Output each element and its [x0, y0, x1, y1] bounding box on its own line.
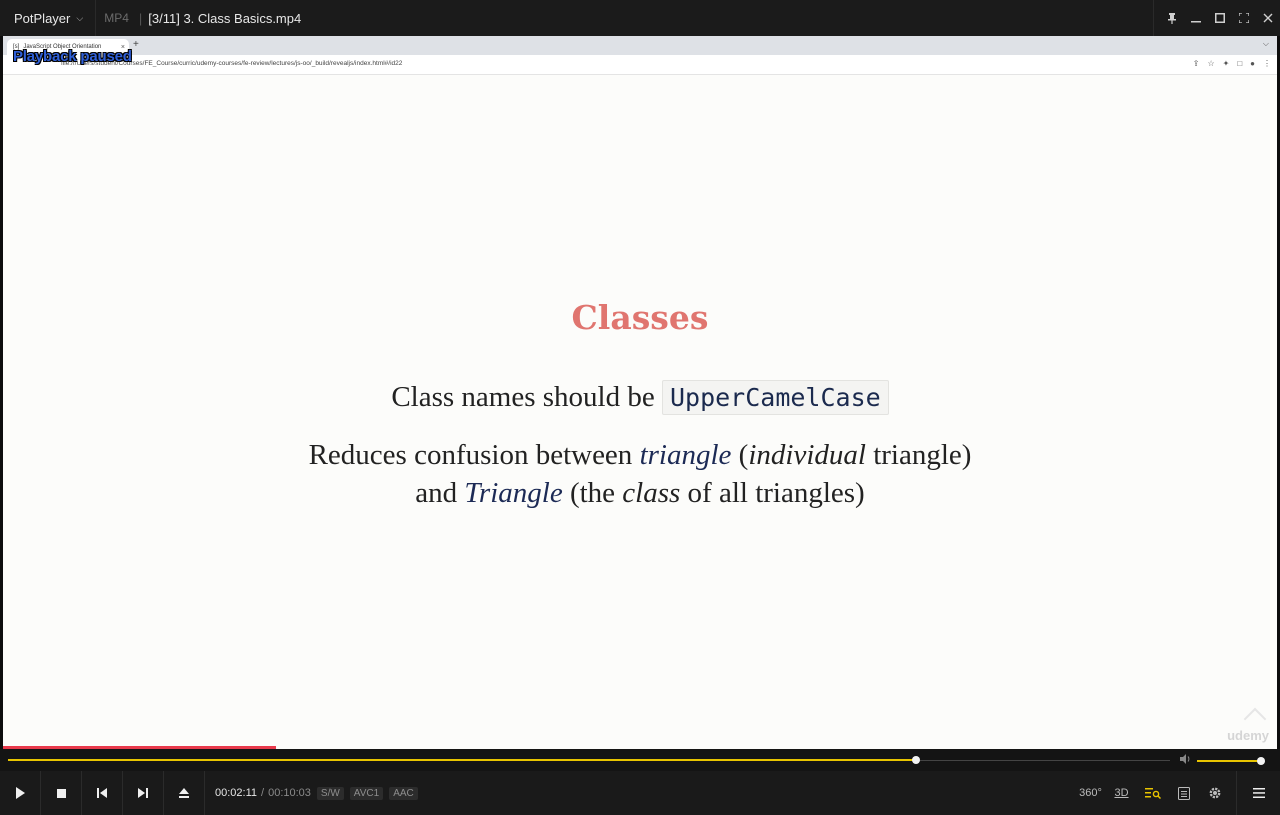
playlist-search-button[interactable] [1137, 771, 1168, 815]
next-button[interactable] [123, 771, 164, 815]
playlist-icon [1177, 786, 1190, 800]
playback-status-osd: Playback paused [13, 48, 132, 65]
emphasis-word: individual [748, 439, 866, 471]
seek-handle[interactable] [911, 756, 920, 764]
share-icon: ⇪ [1192, 59, 1200, 68]
potplayer-window: PotPlayer ⌵ MP4 | [3/11] 3. Class Basics… [0, 0, 1280, 815]
code-snippet: UpperCamelCase [661, 380, 889, 415]
browser-toolbar-icons: ⇪ ☆ ✦ □ ● ⋮ [1193, 59, 1271, 68]
text-span: Reduces confusion between [308, 439, 640, 471]
playlist-button[interactable] [1168, 771, 1199, 815]
skip-back-icon [97, 788, 107, 798]
gear-icon [1209, 787, 1220, 799]
slide-line-3: and Triangle (the class of all triangles… [3, 474, 1277, 512]
new-tab-icon: + [133, 39, 139, 50]
eject-icon [179, 788, 189, 798]
settings-button[interactable] [1199, 771, 1230, 815]
text-span: of all triangles) [680, 477, 865, 509]
text-span: (the [562, 477, 623, 509]
volume-icon[interactable] [1180, 754, 1192, 767]
format-label: MP4 [104, 11, 129, 25]
title-bar: PotPlayer ⌵ MP4 | [3/11] 3. Class Basics… [0, 0, 1280, 36]
text-span: ( [731, 439, 749, 471]
app-menu-button[interactable]: PotPlayer ⌵ [0, 0, 97, 36]
playlist-search-icon [1144, 788, 1161, 799]
chevron-down-icon: ⌵ [76, 12, 84, 23]
extension-icon: ✦ [1222, 59, 1230, 68]
seek-bar-row [0, 749, 1280, 771]
time-separator: / [261, 787, 265, 799]
browser-tab-strip: [s] JavaScript Object Orientation × + ⌵ [3, 36, 1277, 55]
text-span: and [415, 477, 465, 509]
stop-button[interactable] [41, 771, 82, 815]
vr-360-button[interactable]: 360° [1075, 771, 1106, 815]
maximize-icon[interactable] [1208, 0, 1232, 36]
sidebar-icon: □ [1237, 59, 1243, 68]
main-menu-button[interactable] [1236, 771, 1280, 815]
volume-handle[interactable] [1257, 757, 1265, 765]
play-button[interactable] [0, 771, 41, 815]
volume-slider[interactable] [1197, 757, 1265, 765]
pin-icon[interactable] [1160, 0, 1184, 36]
file-title: [3/11] 3. Class Basics.mp4 [148, 10, 302, 26]
seek-bar[interactable] [8, 756, 1170, 764]
slide-line-1: Class names should be UpperCamelCase [3, 380, 1277, 415]
open-file-button[interactable] [164, 771, 205, 815]
emphasis-term: Triangle [464, 477, 563, 509]
slide-title: Classes [571, 298, 709, 337]
minimize-icon[interactable] [1184, 0, 1208, 36]
app-name: PotPlayer [14, 10, 71, 26]
control-bar: 00:02:11 / 00:10:03 S/W AVC1 AAC 360° 3D [0, 771, 1280, 815]
video-area[interactable]: [s] JavaScript Object Orientation × + ⌵ … [3, 36, 1277, 749]
slide-line-2: Reduces confusion between triangle (indi… [3, 436, 1277, 474]
skip-forward-icon [138, 788, 148, 798]
profile-icon: ● [1250, 59, 1255, 68]
decoder-badge[interactable]: S/W [316, 786, 344, 800]
seek-bar-fill [8, 759, 916, 761]
fullscreen-icon[interactable] [1232, 0, 1256, 36]
previous-button[interactable] [82, 771, 123, 815]
star-icon: ☆ [1207, 59, 1215, 68]
window-controls [1153, 0, 1280, 36]
right-controls: 360° 3D [1075, 771, 1280, 815]
stop-icon [56, 788, 66, 798]
more-icon: ⋮ [1263, 59, 1271, 68]
slide-line-1-text: Class names should be [391, 381, 662, 413]
udemy-watermark: udemy [1227, 728, 1269, 743]
emphasis-word: class [622, 477, 681, 509]
audio-codec-badge[interactable]: AAC [389, 786, 418, 800]
hamburger-icon [1252, 788, 1265, 798]
emphasis-term: triangle [639, 439, 732, 471]
time-display: 00:02:11 / 00:10:03 S/W AVC1 AAC [215, 786, 418, 800]
browser-address-bar: file:///Users/student/Courses/FE_Course/… [3, 55, 1277, 75]
title-divider: | [138, 10, 143, 26]
slide-paragraph: Reduces confusion between triangle (indi… [3, 436, 1277, 512]
3d-button[interactable]: 3D [1106, 771, 1137, 815]
chevron-down-icon: ⌵ [1262, 39, 1269, 48]
total-time: 00:10:03 [268, 787, 311, 799]
current-time: 00:02:11 [215, 787, 258, 799]
play-icon [16, 787, 25, 799]
video-codec-badge[interactable]: AVC1 [349, 786, 384, 800]
close-icon[interactable] [1256, 0, 1280, 36]
udemy-logo-icon [1243, 707, 1267, 731]
text-span: triangle) [865, 439, 972, 471]
